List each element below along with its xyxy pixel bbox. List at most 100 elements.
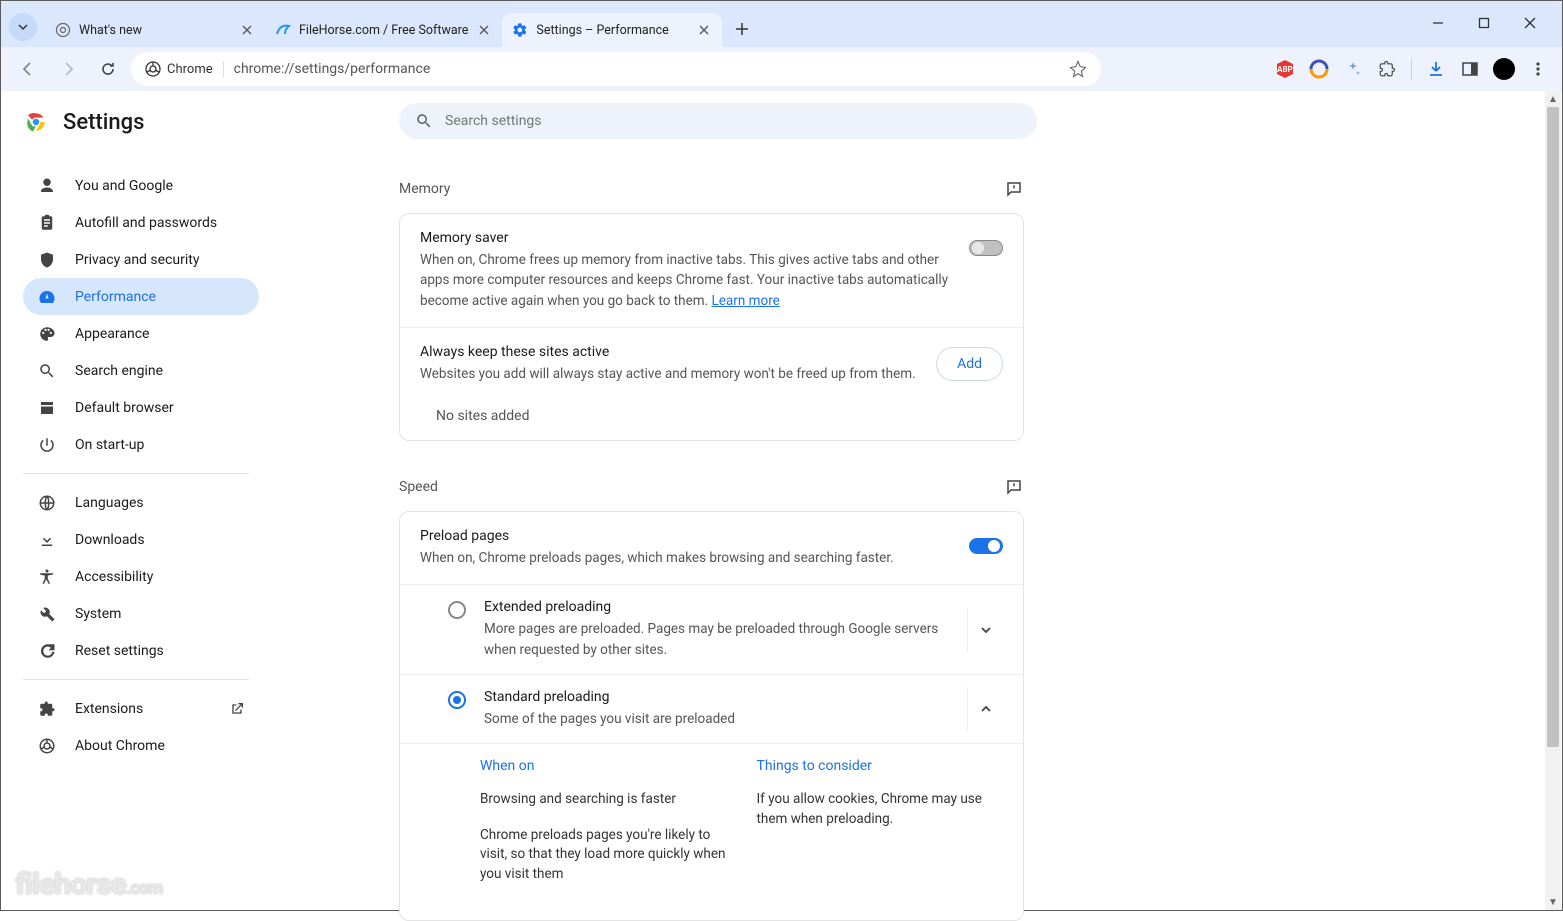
preload-toggle[interactable] (969, 538, 1003, 554)
clipboard-icon (37, 214, 57, 232)
row-description: Some of the pages you visit are preloade… (484, 709, 949, 729)
learn-more-link[interactable]: Learn more (712, 293, 780, 309)
tab-whats-new[interactable]: What's new (45, 13, 265, 47)
chevron-down-icon[interactable] (967, 608, 1003, 652)
tab-settings-performance[interactable]: Settings – Performance (502, 13, 722, 47)
radio-selected[interactable] (448, 691, 466, 709)
back-button[interactable] (11, 52, 45, 86)
memory-saver-row: Memory saver When on, Chrome frees up me… (400, 214, 1023, 327)
section-title: Speed (399, 479, 438, 495)
settings-title: Settings (63, 110, 144, 135)
nav-reset[interactable]: Reset settings (23, 632, 259, 669)
scrollbar-thumb[interactable] (1547, 107, 1559, 747)
nav-you-and-google[interactable]: You and Google (23, 167, 259, 204)
shield-icon (37, 251, 57, 269)
side-panel-icon[interactable] (1456, 55, 1484, 83)
feedback-icon[interactable] (1004, 477, 1024, 497)
detail-text: Chrome preloads pages you're likely to v… (480, 826, 727, 885)
add-site-button[interactable]: Add (936, 347, 1003, 381)
nav-system[interactable]: System (23, 595, 259, 632)
settings-sidebar: Settings You and Google Autofill and pas… (1, 91, 399, 910)
feedback-icon[interactable] (1004, 179, 1024, 199)
close-icon[interactable] (239, 22, 255, 38)
tab-strip: What's new FileHorse.com / Free Software… (1, 1, 1562, 47)
adblock-icon[interactable]: ABP (1271, 55, 1299, 83)
nav-autofill[interactable]: Autofill and passwords (23, 204, 259, 241)
downloads-icon[interactable] (1422, 55, 1450, 83)
nav-startup[interactable]: On start-up (23, 426, 259, 463)
speed-card: Preload pages When on, Chrome preloads p… (399, 511, 1024, 921)
new-tab-button[interactable] (728, 15, 756, 43)
filehorse-icon (275, 22, 291, 38)
reload-button[interactable] (91, 52, 125, 86)
svg-text:ABP: ABP (1277, 65, 1293, 74)
row-description: When on, Chrome preloads pages, which ma… (420, 548, 949, 568)
vertical-scrollbar[interactable]: ▲ ▼ (1545, 91, 1561, 910)
keep-active-row: Always keep these sites active Websites … (400, 327, 1023, 400)
kebab-menu-icon[interactable] (1524, 55, 1552, 83)
tab-search-button[interactable] (9, 13, 37, 41)
download-icon (37, 531, 57, 549)
extensions-puzzle-icon[interactable] (1373, 55, 1401, 83)
row-title: Memory saver (420, 230, 949, 246)
forward-button[interactable] (51, 52, 85, 86)
section-memory-header: Memory (399, 179, 1024, 199)
preload-pages-row: Preload pages When on, Chrome preloads p… (400, 512, 1023, 584)
minimize-button[interactable] (1424, 9, 1452, 37)
search-settings-input[interactable] (445, 113, 1021, 129)
nav-search-engine[interactable]: Search engine (23, 352, 259, 389)
chevron-up-icon[interactable] (967, 687, 1003, 731)
bookmark-star-icon[interactable] (1069, 60, 1087, 78)
tab-title: Settings – Performance (536, 23, 688, 38)
profile-avatar[interactable] (1490, 55, 1518, 83)
settings-page: Settings You and Google Autofill and pas… (1, 91, 1562, 910)
nav-appearance[interactable]: Appearance (23, 315, 259, 352)
toolbar: Chrome chrome://settings/performance ABP (1, 47, 1562, 91)
maximize-button[interactable] (1470, 9, 1498, 37)
chrome-logo-icon (23, 109, 49, 135)
extension-sparkle-icon[interactable] (1339, 55, 1367, 83)
extended-preloading-option[interactable]: Extended preloading More pages are prelo… (400, 584, 1023, 674)
memory-card: Memory saver When on, Chrome frees up me… (399, 213, 1024, 441)
nav-about[interactable]: About Chrome (23, 727, 259, 764)
power-icon (37, 436, 57, 454)
scroll-down-icon[interactable]: ▼ (1545, 894, 1561, 910)
tab-filehorse[interactable]: FileHorse.com / Free Software (265, 13, 502, 47)
close-icon[interactable] (476, 22, 492, 38)
search-settings[interactable] (399, 103, 1037, 139)
nav-default-browser[interactable]: Default browser (23, 389, 259, 426)
gear-icon (512, 22, 528, 38)
nav-accessibility[interactable]: Accessibility (23, 558, 259, 595)
detail-text: If you allow cookies, Chrome may use the… (757, 790, 1004, 829)
row-title: Preload pages (420, 528, 949, 544)
nav-extensions[interactable]: Extensions (23, 690, 259, 727)
standard-preloading-details: When on Browsing and searching is faster… (400, 743, 1023, 920)
close-icon[interactable] (696, 22, 712, 38)
wrench-icon (37, 605, 57, 623)
browser-icon (37, 399, 57, 417)
scroll-up-icon[interactable]: ▲ (1545, 91, 1561, 107)
section-speed-header: Speed (399, 477, 1024, 497)
memory-saver-toggle[interactable] (969, 240, 1003, 256)
row-description: When on, Chrome frees up memory from ina… (420, 250, 949, 311)
row-title: Extended preloading (484, 599, 949, 615)
address-bar[interactable]: Chrome chrome://settings/performance (131, 52, 1101, 86)
row-description: More pages are preloaded. Pages may be p… (484, 619, 949, 660)
person-icon (37, 177, 57, 195)
chrome-icon (145, 61, 161, 77)
nav-languages[interactable]: Languages (23, 484, 259, 521)
extension-swirl-icon[interactable] (1305, 55, 1333, 83)
nav-privacy[interactable]: Privacy and security (23, 241, 259, 278)
palette-icon (37, 325, 57, 343)
nav-downloads[interactable]: Downloads (23, 521, 259, 558)
chrome-outline-icon (37, 737, 57, 755)
window-controls (1424, 9, 1544, 37)
nav-performance[interactable]: Performance (23, 278, 259, 315)
close-window-button[interactable] (1516, 9, 1544, 37)
tab-title: What's new (79, 23, 231, 38)
nav-divider (23, 679, 249, 680)
radio-unselected[interactable] (448, 601, 466, 619)
standard-preloading-option[interactable]: Standard preloading Some of the pages yo… (400, 674, 1023, 743)
globe-icon (37, 494, 57, 512)
puzzle-icon (37, 700, 57, 718)
